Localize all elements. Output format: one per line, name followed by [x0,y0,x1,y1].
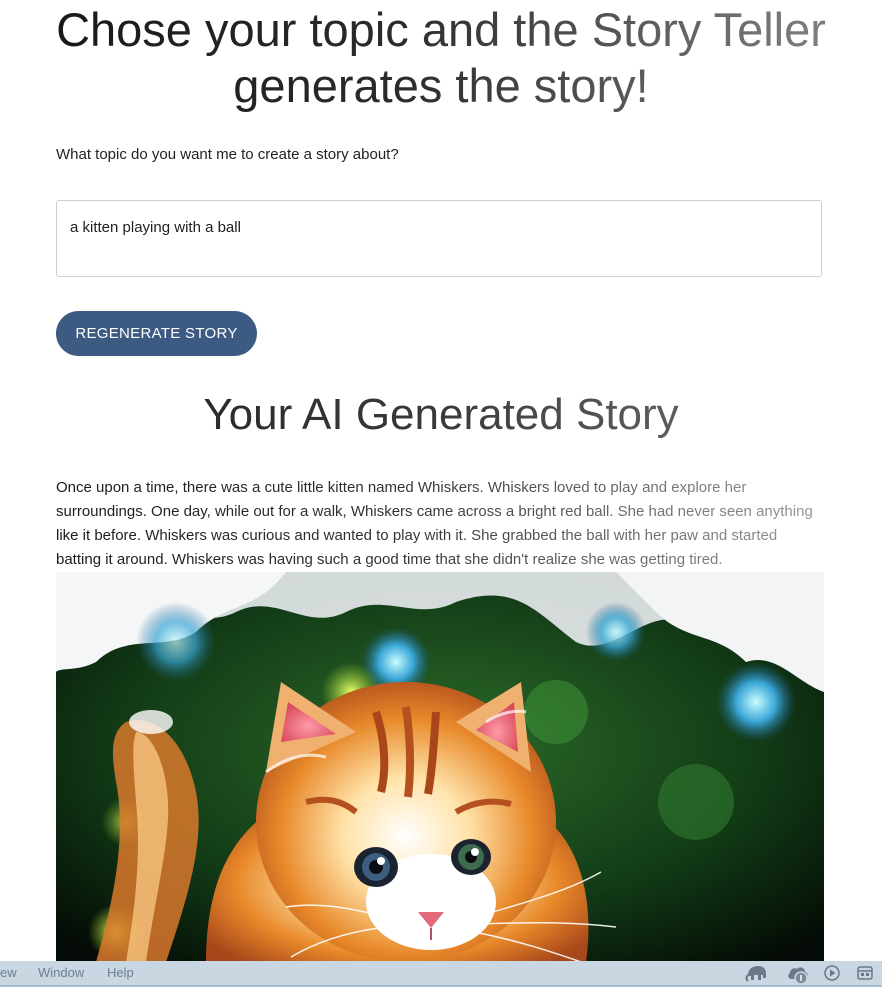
regenerate-story-button[interactable]: REGENERATE STORY [56,311,257,356]
page-title: Chose your topic and the Story Teller ge… [0,2,882,114]
cloud-sync-icon[interactable] [786,963,810,985]
calendar-icon[interactable] [856,963,874,983]
menu-item-view[interactable]: ew [0,965,17,980]
elephant-icon[interactable] [745,963,769,983]
story-text: Once upon a time, there was a cute littl… [56,476,826,572]
kitten-illustration [56,572,824,962]
topic-textarea[interactable] [56,200,822,277]
play-icon[interactable] [823,963,841,983]
topic-prompt-label: What topic do you want me to create a st… [56,146,399,163]
story-teller-page: Chose your topic and the Story Teller ge… [0,0,882,989]
page-title-line-2: generates the story! [233,59,649,112]
topic-input[interactable] [70,219,810,236]
page-title-line-1: Chose your topic and the Story Teller [56,3,826,56]
menu-item-help[interactable]: Help [107,965,134,980]
os-menubar: ew Window Help [0,961,882,987]
story-heading: Your AI Generated Story [0,388,882,442]
menu-item-window[interactable]: Window [38,965,84,980]
story-illustration-kitten [56,572,824,962]
